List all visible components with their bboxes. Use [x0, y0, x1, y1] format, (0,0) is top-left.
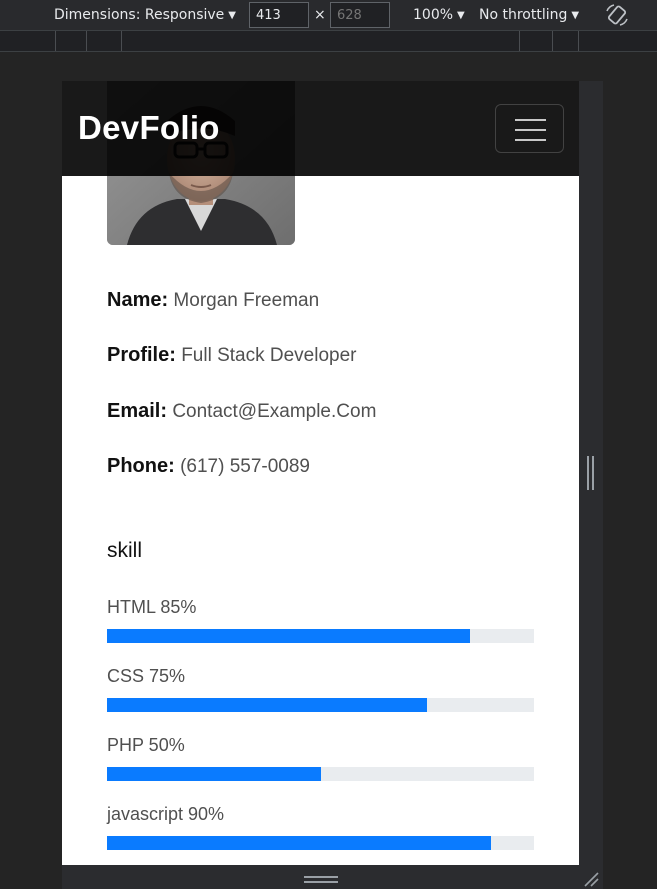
info-profile: Profile: Full Stack Developer [107, 344, 356, 367]
progress-bar-javascript [107, 836, 534, 850]
skill-label-css: CSS 75% [107, 666, 186, 686]
caret-down-icon: ▼ [457, 10, 465, 21]
name-value: Morgan Freeman [173, 290, 320, 311]
caret-down-icon: ▼ [571, 10, 580, 21]
progress-fill [107, 629, 470, 643]
caret-down-icon: ▼ [228, 10, 236, 21]
progress-bar-css [107, 698, 534, 712]
navbar: DevFolio [62, 81, 579, 176]
progress-bar-php [107, 767, 534, 781]
dimensions-dropdown[interactable]: Dimensions: Responsive ▼ [54, 0, 236, 30]
progress-bar-html [107, 629, 534, 643]
phone-label: Phone: [107, 455, 175, 477]
media-query-ruler [0, 30, 657, 52]
zoom-label: 100% [413, 7, 454, 23]
info-phone: Phone: (617) 557-0089 [107, 455, 310, 478]
progress-fill [107, 767, 321, 781]
email-value: Contact@Example.Com [172, 401, 377, 422]
skills-heading: skill [107, 539, 142, 562]
width-input[interactable] [249, 2, 309, 28]
info-email: Email: Contact@Example.Com [107, 400, 376, 423]
rotate-icon[interactable] [604, 2, 630, 28]
resize-handle-bottom[interactable] [304, 876, 338, 884]
profile-label: Profile: [107, 344, 176, 366]
name-label: Name: [107, 289, 169, 311]
brand-logo[interactable]: DevFolio [78, 109, 220, 147]
device-viewport: DevFolio Name: Morgan Freeman Profile: F… [62, 81, 579, 865]
progress-fill [107, 836, 492, 850]
profile-value: Full Stack Developer [181, 345, 357, 366]
height-input[interactable] [330, 2, 390, 28]
skill-label-javascript: javascript 90% [107, 804, 225, 824]
throttling-label: No throttling [479, 7, 568, 23]
zoom-dropdown[interactable]: 100% ▼ [413, 0, 465, 30]
hamburger-icon [515, 119, 546, 121]
email-label: Email: [107, 400, 168, 422]
menu-toggle-button[interactable] [495, 104, 564, 153]
progress-fill [107, 698, 428, 712]
corner-resize-icon[interactable] [582, 870, 600, 888]
info-name: Name: Morgan Freeman [107, 289, 319, 312]
resize-handle-right[interactable] [587, 456, 595, 490]
times-sign: × [314, 7, 326, 23]
phone-value: (617) 557-0089 [180, 456, 310, 477]
skill-label-php: PHP 50% [107, 735, 185, 755]
devtools-toolbar: Dimensions: Responsive▼ × 100%▼ No throt… [0, 0, 657, 30]
dimensions-label: Dimensions: Responsive [54, 7, 225, 23]
throttling-dropdown[interactable]: No throttling ▼ [479, 0, 579, 30]
skill-label-html: HTML 85% [107, 597, 197, 617]
